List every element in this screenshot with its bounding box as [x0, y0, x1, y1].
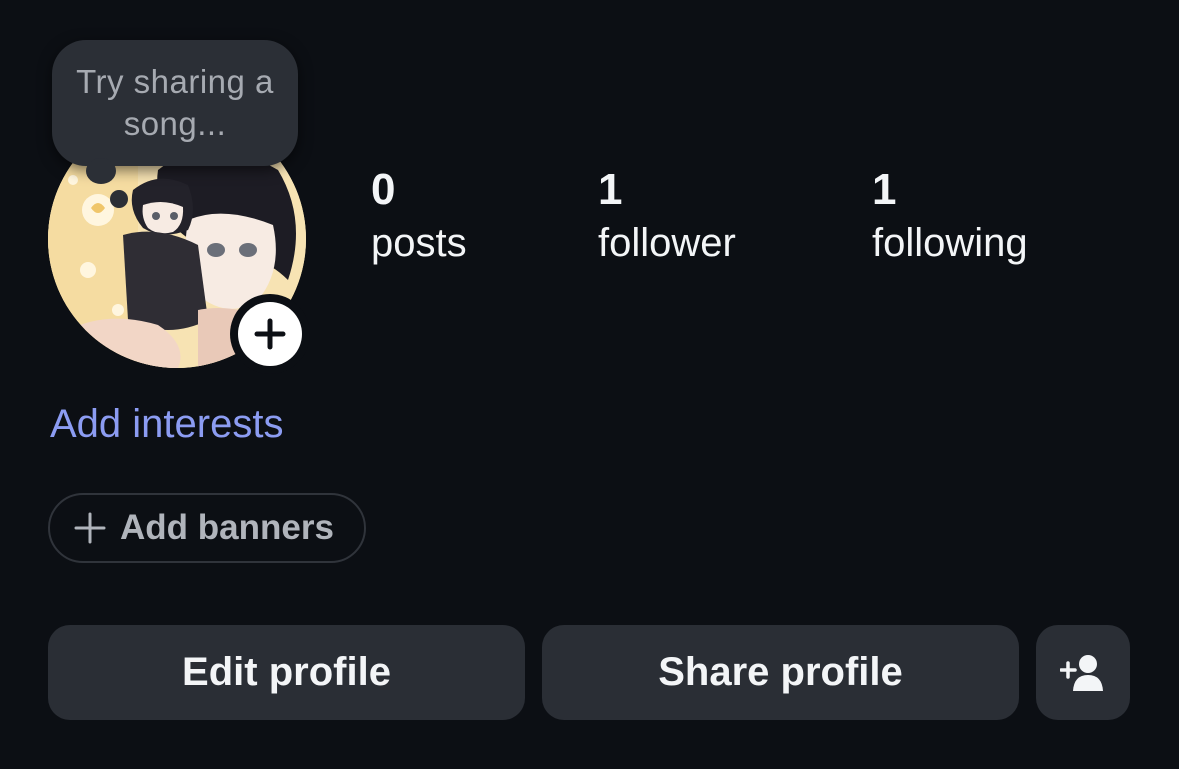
note-text: Try sharing a song... — [76, 63, 274, 142]
note-bubble-tail-small — [110, 190, 128, 208]
add-story-button[interactable] — [230, 294, 310, 374]
posts-count: 0 — [371, 165, 396, 214]
plus-icon — [74, 512, 106, 544]
profile-header: Try sharing a song... 0 posts 1 follower… — [0, 0, 1179, 769]
add-person-icon — [1060, 654, 1103, 691]
edit-profile-button[interactable]: Edit profile — [48, 625, 525, 720]
add-story-circle — [238, 302, 302, 366]
plus-icon — [254, 318, 286, 350]
posts-label: posts — [371, 221, 467, 265]
followers-count: 1 — [598, 165, 623, 214]
followers-label: follower — [598, 221, 736, 265]
note-bubble-tail — [86, 158, 116, 184]
posts-stat[interactable]: 0 posts — [371, 165, 467, 271]
add-banners-button[interactable]: Add banners — [48, 493, 366, 563]
following-stat[interactable]: 1 following — [872, 165, 1028, 271]
followers-stat[interactable]: 1 follower — [598, 165, 736, 271]
add-interests-link[interactable]: Add interests — [50, 402, 283, 447]
following-count: 1 — [872, 165, 897, 214]
add-banners-label: Add banners — [120, 508, 334, 547]
share-profile-button[interactable]: Share profile — [542, 625, 1019, 720]
following-label: following — [872, 221, 1028, 265]
discover-people-button[interactable] — [1036, 625, 1130, 720]
note-bubble[interactable]: Try sharing a song... — [52, 40, 298, 166]
